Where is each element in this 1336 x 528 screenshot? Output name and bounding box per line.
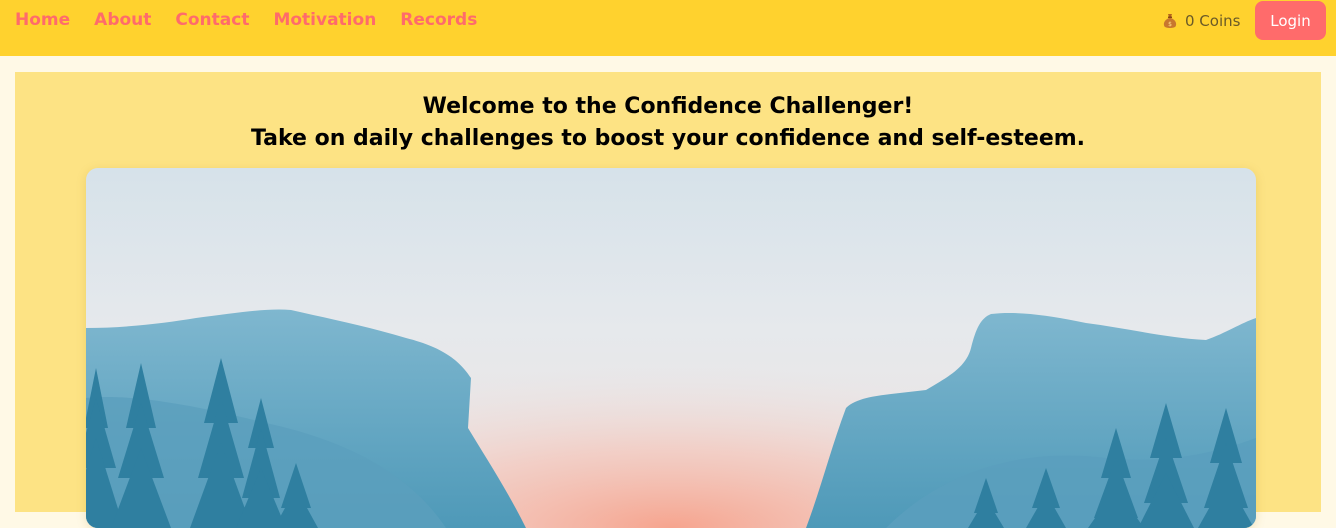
hero-title-line-1: Welcome to the Confidence Challenger! — [422, 94, 914, 119]
nav-link-contact[interactable]: Contact — [175, 9, 249, 31]
hero-title-line-2: Take on daily challenges to boost your c… — [250, 126, 1086, 151]
coin-balance: $ 0 Coins — [1161, 11, 1240, 31]
nav-link-home[interactable]: Home — [15, 9, 70, 31]
money-bag-icon: $ — [1161, 12, 1179, 30]
hero-section: Welcome to the Confidence Challenger! Ta… — [15, 72, 1321, 528]
svg-text:$: $ — [1168, 21, 1172, 28]
hero-landscape-image — [86, 168, 1256, 528]
nav-link-about[interactable]: About — [94, 9, 151, 31]
coin-count: 0 Coins — [1185, 12, 1241, 30]
hero-title: Welcome to the Confidence Challenger! Ta… — [15, 91, 1321, 155]
top-navbar: Home About Contact Motivation Records $ … — [0, 0, 1336, 56]
nav-link-records[interactable]: Records — [400, 9, 477, 31]
nav-link-motivation[interactable]: Motivation — [273, 9, 376, 31]
nav-links: Home About Contact Motivation Records — [15, 9, 477, 31]
login-button[interactable]: Login — [1255, 1, 1326, 40]
